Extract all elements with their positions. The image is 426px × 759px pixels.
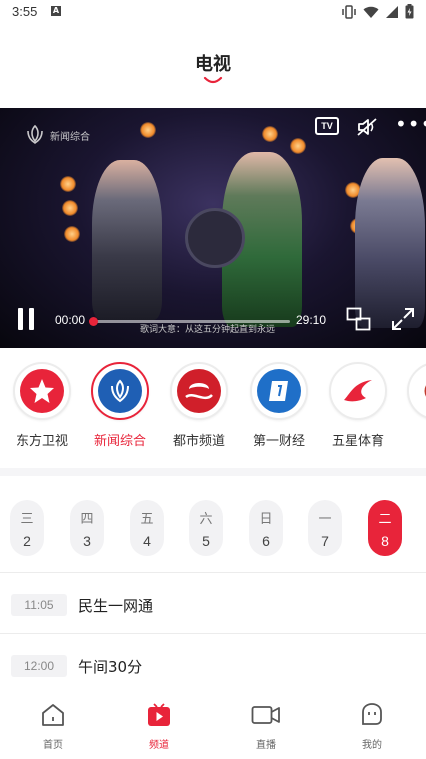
- partial-channel-logo-icon: [414, 369, 426, 413]
- weekday-label: 日: [259, 512, 273, 527]
- mute-icon[interactable]: [356, 117, 378, 137]
- channel-item-finance[interactable]: 第一财经: [243, 362, 315, 449]
- wifi-icon: [363, 6, 379, 18]
- channel-label: 第一财经: [252, 434, 305, 449]
- weekday-label: 六: [199, 512, 213, 527]
- date-label: 4: [143, 533, 151, 549]
- nav-label: 直播: [256, 740, 276, 751]
- weekday-label: 二: [378, 512, 392, 527]
- channel-label: 东方卫视: [15, 434, 68, 449]
- program-time: 11:05: [11, 594, 67, 616]
- channel-item-dongfang[interactable]: 东方卫视: [6, 362, 78, 449]
- date-label: 6: [262, 533, 270, 549]
- finance-logo-icon: [257, 369, 301, 413]
- channel-item-metro[interactable]: 都市频道: [163, 362, 235, 449]
- metro-channel-logo-icon: [177, 369, 221, 413]
- date-label: 8: [381, 533, 389, 549]
- status-icons: [341, 4, 414, 19]
- section-gap: [0, 468, 426, 476]
- weekday-label: 三: [20, 512, 34, 527]
- page-title: 电视: [195, 54, 231, 75]
- home-icon: [42, 704, 64, 726]
- day-tab[interactable]: 日 6: [249, 500, 283, 556]
- nav-channel[interactable]: 频道: [129, 702, 189, 751]
- profile-icon: [362, 703, 382, 725]
- channel-item-partial[interactable]: [400, 362, 426, 430]
- sports-swoosh-logo-icon: [336, 369, 380, 413]
- more-options-button[interactable]: •••: [395, 114, 426, 134]
- video-subtitle: 歌词大意：从这五分钟起直到永远: [140, 325, 276, 335]
- channel-logo: [250, 362, 308, 420]
- channel-logo: [329, 362, 387, 420]
- channel-logo: [13, 362, 71, 420]
- program-title: 午间30分: [78, 658, 143, 676]
- day-tab[interactable]: 六 5: [189, 500, 223, 556]
- divider: [0, 572, 426, 573]
- news-tulip-logo-icon: [98, 369, 142, 413]
- channel-logo: [407, 362, 426, 420]
- nav-profile[interactable]: 我的: [342, 702, 402, 751]
- date-label: 5: [202, 533, 210, 549]
- nav-live[interactable]: 直播: [236, 702, 296, 751]
- current-time: 00:00: [55, 313, 86, 327]
- nav-home[interactable]: 首页: [23, 702, 83, 751]
- weekday-label: 四: [80, 512, 94, 527]
- status-bar: 3:55 A: [0, 0, 426, 24]
- battery-icon: [405, 4, 414, 19]
- news-channel-logo-icon: [27, 124, 43, 144]
- date-label: 7: [321, 533, 329, 549]
- watermark-text: 新闻综合: [50, 131, 90, 143]
- nav-label: 频道: [149, 740, 169, 751]
- dongfang-star-logo-icon: [20, 369, 64, 413]
- day-tab-selected[interactable]: 二 8: [368, 500, 402, 556]
- nav-label: 首页: [43, 740, 63, 751]
- day-tab[interactable]: 四 3: [70, 500, 104, 556]
- title-underline-smile-icon: [203, 76, 223, 84]
- total-time: 29:10: [296, 313, 327, 327]
- live-camera-icon: [251, 706, 280, 724]
- channel-item-news[interactable]: 新闻综合: [84, 362, 156, 449]
- program-item[interactable]: 11:05 民生一网通: [0, 574, 426, 634]
- channel-item-sports[interactable]: 五星体育: [322, 362, 394, 449]
- weekday-label: 一: [318, 512, 332, 527]
- nav-label: 我的: [362, 740, 382, 751]
- progress-knob[interactable]: [89, 317, 98, 326]
- channel-label: 五星体育: [331, 434, 384, 449]
- weekday-label: 五: [140, 512, 154, 527]
- date-label: 2: [23, 533, 31, 549]
- vibrate-icon: [342, 4, 356, 19]
- video-player[interactable]: 新闻综合 TV ••• 歌词大意：从这五分钟起直到永远 00:00 29:10: [0, 108, 426, 348]
- day-tab[interactable]: 一 7: [308, 500, 342, 556]
- channel-watermark: 新闻综合: [24, 124, 90, 146]
- progress-bar[interactable]: [89, 317, 290, 326]
- cell-signal-icon: [386, 5, 398, 18]
- notification-badge: A: [51, 6, 61, 16]
- channel-logo: [170, 362, 228, 420]
- divider: [0, 633, 426, 634]
- fullscreen-icon[interactable]: [391, 307, 415, 331]
- cast-tv-button[interactable]: TV: [315, 117, 339, 135]
- screen-mirror-icon[interactable]: [346, 307, 371, 331]
- program-title: 民生一网通: [78, 597, 154, 615]
- day-tab[interactable]: 三 2: [10, 500, 44, 556]
- tv-screen: 3:55 A 电视 新闻综合 TV •• 歌词大意：从这五分钟起直到永远 00:…: [0, 0, 426, 759]
- date-selector: 三 2 四 3 五 4 六 5 日 6 一 7 二 8: [0, 500, 426, 558]
- channel-label: 新闻综合: [93, 434, 146, 449]
- pause-bar-icon: [29, 308, 34, 330]
- channel-play-icon: [148, 703, 170, 726]
- status-time: 3:55: [12, 4, 38, 19]
- day-tab[interactable]: 五 4: [130, 500, 164, 556]
- channel-logo: [91, 362, 149, 420]
- program-time: 12:00: [11, 655, 67, 677]
- pause-bar-icon: [18, 308, 23, 330]
- program-item[interactable]: 12:00 午间30分: [0, 635, 426, 695]
- pause-button[interactable]: [17, 308, 37, 330]
- date-label: 3: [83, 533, 91, 549]
- channel-list: 东方卫视 新闻综合 都市频道 第一财经 五星体育: [0, 362, 426, 462]
- bottom-navigation: 首页 频道 直播 我的: [0, 690, 426, 759]
- channel-label: 都市频道: [172, 434, 225, 449]
